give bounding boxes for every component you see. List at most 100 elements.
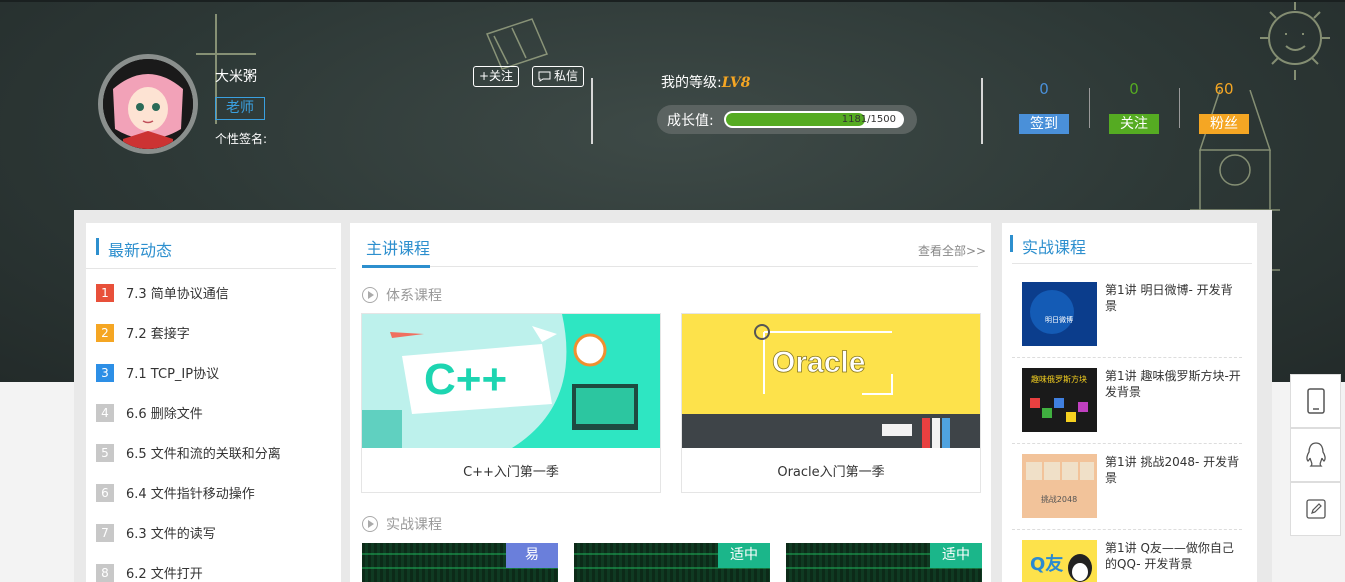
level-value: LV8 [721, 75, 751, 91]
practice-item[interactable]: 趣味俄罗斯方块 第1讲 趣味俄罗斯方块-开发背景 [1012, 358, 1242, 444]
practice-item[interactable]: Q友 第1讲 Q友——做你自己的QQ- 开发背景 [1012, 530, 1242, 582]
message-button[interactable]: 私信 [532, 66, 585, 87]
news-rank-badge: 1 [96, 283, 114, 302]
news-item-label: 7.3 简单协议通信 [126, 287, 229, 302]
edit-icon [1305, 499, 1326, 519]
practice-item[interactable]: 挑战2048 第1讲 挑战2048- 开发背景 [1012, 444, 1242, 530]
mobile-button[interactable] [1290, 374, 1341, 428]
cpp-banner-image: C++ [362, 314, 660, 448]
system-courses-label: 体系课程 [386, 288, 442, 304]
notebook-doodle [485, 18, 549, 70]
phone-icon [1306, 388, 1325, 414]
practice-course-thumb[interactable]: 易 [362, 543, 558, 582]
user-name: 大米粥 [215, 69, 257, 85]
growth-label: 成长值: [667, 113, 714, 129]
news-title: 最新动态 [108, 241, 173, 260]
news-rank-badge: 8 [96, 563, 114, 582]
stat-checkin-label: 签到 [1019, 114, 1069, 134]
divider [1089, 88, 1090, 128]
stat-checkin-count: 0 [1039, 80, 1049, 98]
news-item-label: 6.2 文件打开 [126, 567, 203, 582]
feedback-button[interactable] [1290, 482, 1341, 536]
course-card-cpp[interactable]: C++ C++入门第一季 [361, 313, 661, 493]
news-title-bar [96, 238, 99, 255]
difficulty-tag: 适中 [718, 543, 770, 568]
game-2048-thumb: 挑战2048 [1022, 454, 1097, 518]
stat-following[interactable]: 0 关注 [1109, 80, 1159, 134]
system-courses-heading: 体系课程 [362, 285, 442, 305]
signature-label: 个性签名: [215, 132, 268, 146]
avatar-image [103, 59, 193, 149]
news-rank-badge: 6 [96, 483, 114, 502]
avatar[interactable] [98, 54, 198, 154]
growth-value: 1181/1500 [841, 114, 896, 125]
level-label-text: 我的等级: [661, 75, 722, 91]
growth-widget: 成长值: 1181/1500 [657, 105, 917, 134]
news-item-label: 6.3 文件的读写 [126, 527, 216, 542]
weibo-thumb-text: 明日微博 [1045, 315, 1073, 324]
news-item[interactable]: 4 6.6 删除文件 [96, 403, 203, 422]
game-2048-thumb-text: 挑战2048 [1041, 494, 1077, 504]
cpp-banner-text: C++ [424, 355, 507, 404]
main-divider [430, 266, 978, 267]
main-courses-title: 主讲课程 [366, 239, 431, 258]
course-card-oracle[interactable]: Oracle Oracle入门第一季 [681, 313, 981, 493]
qq-penguin-icon [1305, 442, 1326, 467]
sun-doodle [1260, 2, 1330, 80]
news-item[interactable]: 7 6.3 文件的读写 [96, 523, 216, 542]
practice-item[interactable]: 明日微博 第1讲 明日微博- 开发背景 [1012, 272, 1242, 358]
news-item[interactable]: 6 6.4 文件指针移动操作 [96, 483, 255, 502]
qq-thumb-text: Q友 [1030, 553, 1063, 575]
news-item-label: 6.4 文件指针移动操作 [126, 487, 255, 502]
news-item[interactable]: 3 7.1 TCP_IP协议 [96, 363, 219, 382]
practice-title: 实战课程 [1022, 238, 1087, 257]
news-rank-badge: 4 [96, 403, 114, 422]
practice-course-thumb[interactable]: 适中 [574, 543, 770, 582]
news-item[interactable]: 1 7.3 简单协议通信 [96, 283, 229, 302]
news-item-label: 7.1 TCP_IP协议 [126, 367, 220, 382]
divider [981, 78, 983, 144]
divider [1179, 88, 1180, 128]
stat-following-count: 0 [1129, 80, 1139, 98]
news-item-label: 7.2 套接字 [126, 327, 190, 342]
divider [591, 78, 593, 144]
practice-title-bar [1010, 235, 1013, 252]
stat-checkin[interactable]: 0 签到 [1019, 80, 1069, 134]
course-title: C++入门第一季 [463, 465, 559, 480]
main-tab-underline [362, 265, 430, 268]
growth-progress-bar: 1181/1500 [724, 111, 904, 128]
practice-course-thumb[interactable]: 适中 [786, 543, 982, 582]
follow-button[interactable]: +关注 [473, 66, 520, 87]
follow-label: +关注 [479, 69, 514, 83]
news-divider [86, 268, 336, 269]
stat-fans[interactable]: 60 粉丝 [1199, 80, 1249, 134]
news-item[interactable]: 2 7.2 套接字 [96, 323, 190, 342]
news-rank-badge: 2 [96, 323, 114, 342]
news-rank-badge: 7 [96, 523, 114, 542]
message-label: 私信 [554, 69, 579, 83]
oracle-banner-text: Oracle [772, 346, 865, 379]
news-item-label: 6.5 文件和流的关联和分离 [126, 447, 281, 462]
qq-thumb: Q友 [1022, 540, 1097, 582]
qq-contact-button[interactable] [1290, 428, 1341, 482]
view-all-link[interactable]: 查看全部>> [918, 242, 986, 259]
course-title: Oracle入门第一季 [777, 465, 885, 480]
tetris-thumb: 趣味俄罗斯方块 [1022, 368, 1097, 432]
role-badge: 老师 [215, 97, 265, 120]
weibo-thumb: 明日微博 [1022, 282, 1097, 346]
chat-bubble-icon [538, 71, 551, 82]
news-item-label: 6.6 删除文件 [126, 407, 203, 422]
practice-item-title: 第1讲 明日微博- 开发背景 [1105, 283, 1233, 313]
practice-item-title: 第1讲 趣味俄罗斯方块-开发背景 [1105, 369, 1241, 399]
practice-courses-label: 实战课程 [386, 517, 442, 533]
difficulty-tag: 适中 [930, 543, 982, 568]
play-circle-icon [362, 516, 378, 532]
news-item[interactable]: 5 6.5 文件和流的关联和分离 [96, 443, 281, 462]
practice-divider [1012, 263, 1252, 264]
practice-item-title: 第1讲 挑战2048- 开发背景 [1105, 455, 1240, 485]
practice-courses-heading: 实战课程 [362, 514, 442, 534]
level-label: 我的等级:LV8 [661, 72, 751, 92]
oracle-banner-image: Oracle [682, 314, 980, 448]
practice-item-title: 第1讲 Q友——做你自己的QQ- 开发背景 [1105, 541, 1234, 571]
news-item[interactable]: 8 6.2 文件打开 [96, 563, 203, 582]
